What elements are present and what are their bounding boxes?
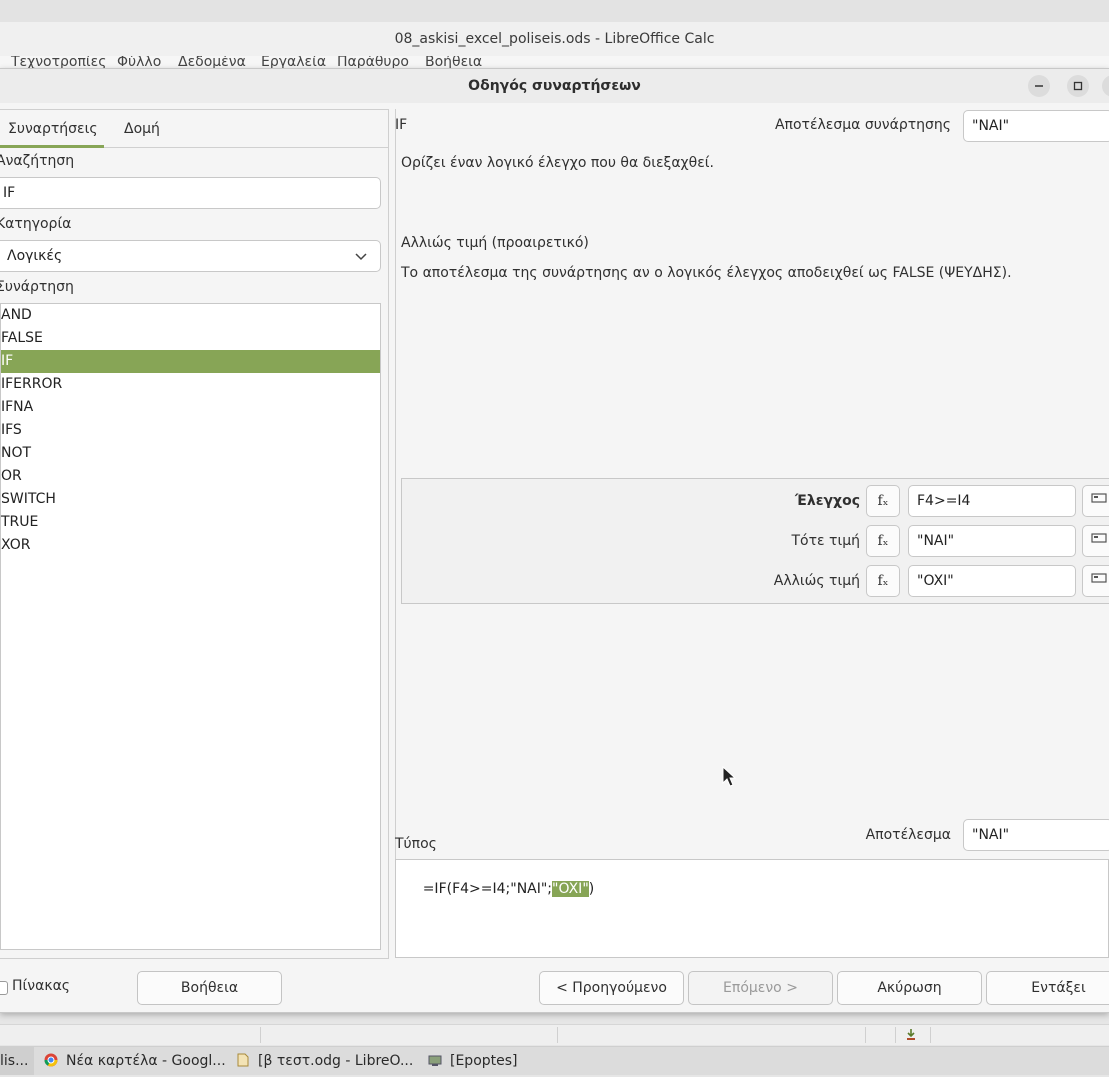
- formula-editor[interactable]: =IF(F4>=I4;"NAI";"OXI"): [395, 859, 1109, 958]
- next-button[interactable]: Επόμενο >: [688, 971, 833, 1005]
- function-description: Ορίζει έναν λογικό έλεγχο που θα διεξαχθ…: [401, 155, 714, 171]
- array-checkbox[interactable]: [0, 981, 8, 995]
- taskbar-item-epoptes[interactable]: [Epoptes]: [428, 1047, 518, 1075]
- list-item-selected[interactable]: IF: [1, 350, 380, 373]
- fx-icon: fₓ: [877, 533, 889, 549]
- fx-button[interactable]: fₓ: [866, 485, 900, 517]
- epoptes-icon: [428, 1049, 442, 1066]
- list-item[interactable]: IFS: [1, 419, 380, 442]
- list-item[interactable]: IFERROR: [1, 373, 380, 396]
- tab-functions[interactable]: Συναρτήσεις: [8, 111, 98, 147]
- list-item[interactable]: NOT: [1, 442, 380, 465]
- list-item[interactable]: TRUE: [1, 511, 380, 534]
- taskbar-item-label: Νέα καρτέλα - Googl...: [66, 1053, 226, 1069]
- statusbar-separator: [930, 1027, 931, 1043]
- formula-highlight: "OXI": [552, 881, 589, 897]
- shrink-icon: [1091, 573, 1107, 583]
- taskbar-item-chrome[interactable]: Νέα καρτέλα - Googl...: [44, 1047, 226, 1075]
- dialog-titlebar: Οδηγός συναρτήσεων: [0, 69, 1109, 103]
- shrink-button[interactable]: [1082, 485, 1109, 517]
- fx-icon: fₓ: [877, 573, 889, 589]
- list-item[interactable]: AND: [1, 304, 380, 327]
- arg-input-test[interactable]: F4>=I4: [908, 485, 1076, 517]
- result-field: "NAI": [963, 819, 1109, 851]
- libreoffice-draw-icon: [236, 1049, 250, 1067]
- arg-input-then[interactable]: "NAI": [908, 525, 1076, 557]
- category-label: Κατηγορία: [0, 216, 72, 232]
- calc-titlebar: 08_askisi_excel_poliseis.ods - LibreOffi…: [0, 22, 1109, 57]
- arg-label-else: Αλλιώς τιμή: [773, 573, 860, 589]
- shrink-icon: [1091, 533, 1107, 543]
- active-tab-indicator: [0, 145, 104, 148]
- arg-label-test: Έλεγχος: [795, 493, 860, 509]
- taskbar-item-label: lis...: [0, 1053, 29, 1069]
- window-title: 08_askisi_excel_poliseis.ods - LibreOffi…: [394, 31, 715, 47]
- dialog-title: Οδηγός συναρτήσεων: [468, 78, 641, 94]
- chrome-icon: [44, 1049, 58, 1067]
- function-wizard-dialog: Οδηγός συναρτήσεων Συναρτήσεις Δομή Αναζ…: [0, 68, 1109, 1013]
- argument-description: Το αποτέλεσμα της συνάρτησης αν ο λογικό…: [401, 265, 1012, 281]
- function-result-field: "NAI": [963, 110, 1109, 142]
- argument-title: Αλλιώς τιμή (προαιρετικό): [401, 235, 589, 251]
- document-modified-icon: [907, 1029, 915, 1040]
- arg-label-then: Τότε τιμή: [791, 533, 860, 549]
- search-label: Αναζήτηση: [0, 153, 75, 169]
- fx-button[interactable]: fₓ: [866, 565, 900, 597]
- chevron-down-icon: [355, 253, 367, 261]
- function-label: Συνάρτηση: [0, 279, 74, 295]
- taskbar-item-label: [Epoptes]: [450, 1053, 518, 1069]
- tab-bar: Συναρτήσεις Δομή: [0, 111, 388, 148]
- minimize-button[interactable]: [1028, 75, 1050, 97]
- array-label: Πίνακας: [12, 978, 71, 994]
- back-button[interactable]: < Προηγούμενο: [539, 971, 684, 1005]
- list-item[interactable]: FALSE: [1, 327, 380, 350]
- taskbar-item-label: [β τεστ.odg - LibreO...: [258, 1053, 414, 1069]
- shrink-button[interactable]: [1082, 525, 1109, 557]
- list-item[interactable]: OR: [1, 465, 380, 488]
- statusbar-separator: [895, 1027, 896, 1043]
- shrink-button[interactable]: [1082, 565, 1109, 597]
- list-item[interactable]: SWITCH: [1, 488, 380, 511]
- cancel-button[interactable]: Ακύρωση: [837, 971, 982, 1005]
- ok-button[interactable]: Εντάξει: [986, 971, 1109, 1005]
- function-result-label: Αποτέλεσμα συνάρτησης: [774, 117, 951, 133]
- search-input[interactable]: IF: [0, 177, 381, 209]
- function-list[interactable]: AND FALSE IF IFERROR IFNA IFS NOT OR SWI…: [0, 303, 381, 950]
- category-select[interactable]: Λογικές: [0, 240, 381, 272]
- minimize-icon: [1035, 85, 1043, 87]
- arg-input-else[interactable]: "OXI": [908, 565, 1076, 597]
- formula-label: Τύπος: [395, 836, 437, 852]
- fx-icon: fₓ: [877, 493, 889, 509]
- taskbar-item-draw[interactable]: [β τεστ.odg - LibreO...: [236, 1047, 413, 1075]
- statusbar-separator: [557, 1027, 558, 1043]
- statusbar-separator: [260, 1027, 261, 1043]
- help-button[interactable]: Βοήθεια: [137, 971, 282, 1005]
- mouse-pointer-icon: [722, 766, 736, 787]
- taskbar: lis... Νέα καρτέλα - Googl... [β τεστ.od…: [0, 1046, 1109, 1075]
- tab-structure[interactable]: Δομή: [124, 111, 160, 147]
- maximize-button[interactable]: [1067, 75, 1089, 97]
- maximize-icon: [1073, 81, 1083, 91]
- shrink-icon: [1091, 493, 1107, 503]
- list-item[interactable]: IFNA: [1, 396, 380, 419]
- function-name: IF: [395, 117, 408, 133]
- statusbar-separator: [865, 1027, 866, 1043]
- desktop-top-strip: [0, 0, 1109, 22]
- formula-text-end: ): [588, 881, 595, 897]
- taskbar-item-calc[interactable]: lis...: [0, 1047, 34, 1075]
- list-item[interactable]: XOR: [1, 534, 380, 557]
- category-value: Λογικές: [7, 248, 63, 264]
- calc-statusbar: [0, 1024, 1109, 1045]
- formula-text: =IF(F4>=I4;"NAI";: [422, 881, 553, 897]
- result-label: Αποτέλεσμα: [865, 827, 951, 843]
- fx-button[interactable]: fₓ: [866, 525, 900, 557]
